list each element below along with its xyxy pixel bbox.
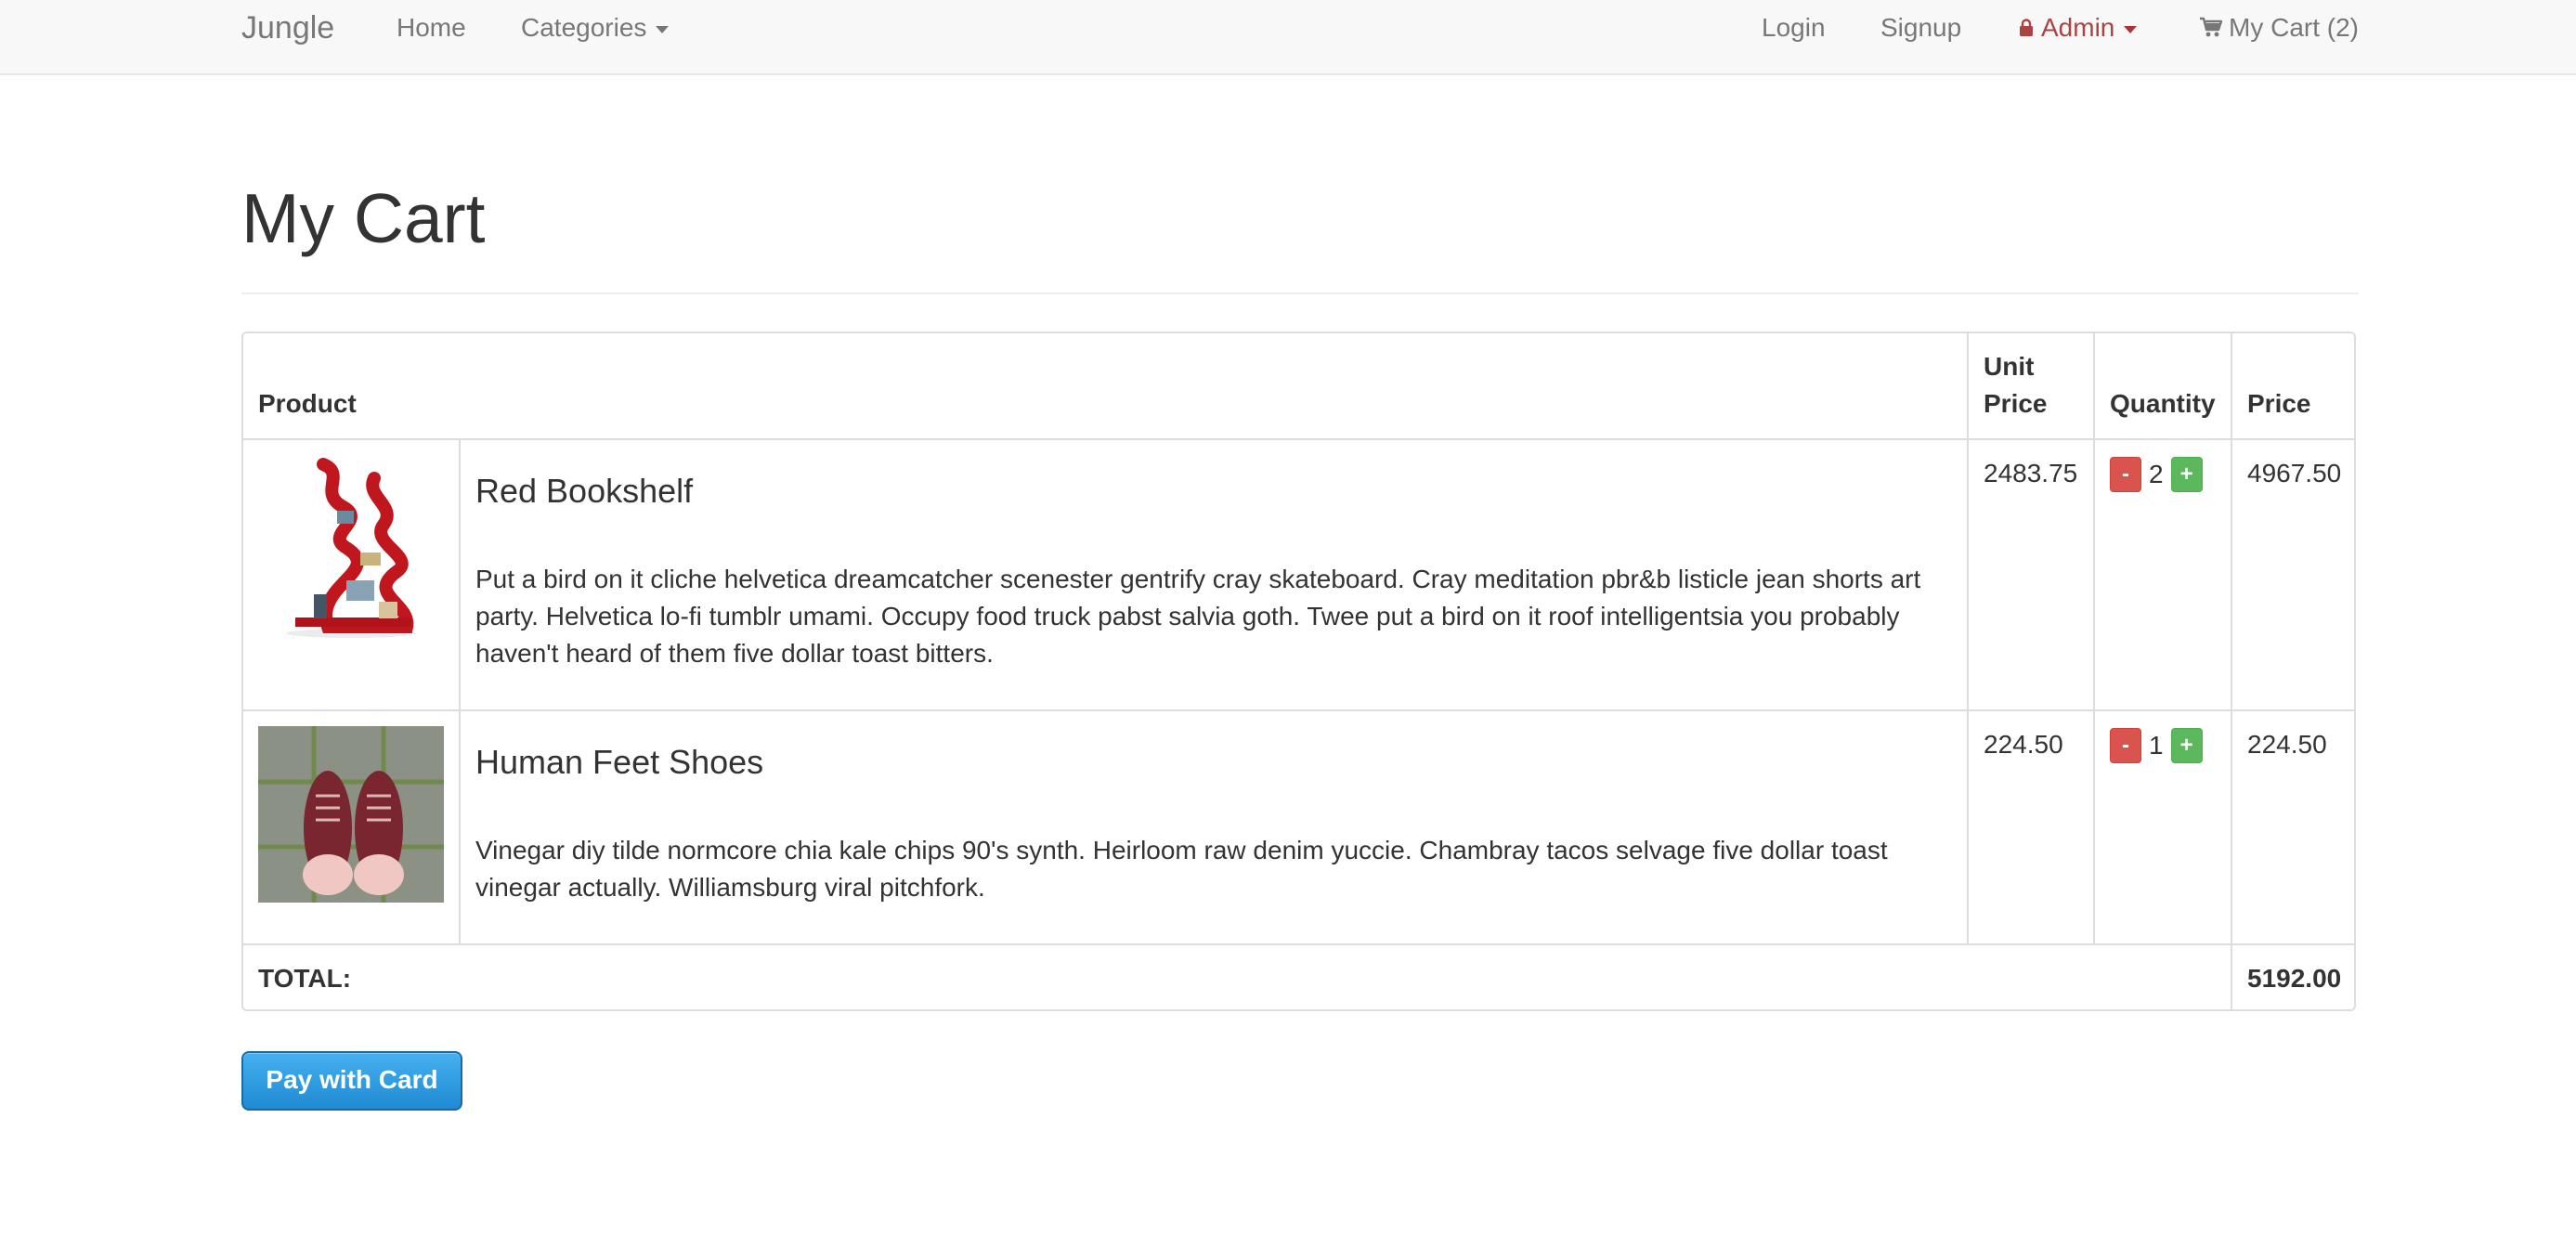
nav-categories-label: Categories <box>521 13 647 42</box>
total-value: 5192.00 <box>2247 964 2342 993</box>
table-divider <box>2231 333 2232 1009</box>
table-divider <box>459 438 461 943</box>
red-bookshelf-image <box>258 455 444 641</box>
nav-admin-label: Admin <box>2041 13 2115 42</box>
quantity-value: 1 <box>2149 731 2164 760</box>
table-divider <box>243 709 2354 711</box>
column-header-product: Product <box>258 389 357 418</box>
column-header-price: Price <box>2247 389 2311 418</box>
quantity-stepper: -2 + <box>2110 457 2203 492</box>
navbar: Jungle Home Categories Login Signup Admi… <box>0 0 2576 75</box>
nav-home-link[interactable]: Home <box>397 11 466 45</box>
quantity-stepper: -1 + <box>2110 728 2203 763</box>
table-divider <box>1967 333 1969 943</box>
decrease-quantity-button[interactable]: - <box>2110 457 2141 492</box>
nav-cart-label: My Cart (2) <box>2229 13 2359 42</box>
table-divider <box>243 438 2354 440</box>
product-image-red-bookshelf <box>258 455 444 641</box>
total-label: TOTAL: <box>258 964 352 993</box>
chevron-down-icon <box>656 25 670 33</box>
chevron-down-icon <box>2124 25 2138 33</box>
cart-table: Product Unit Price Quantity Price Red Bo… <box>241 332 2356 1011</box>
product-description: Put a bird on it cliche helvetica dreamc… <box>475 565 1921 668</box>
quantity-value: 2 <box>2149 460 2164 488</box>
nav-categories-dropdown[interactable]: Categories <box>521 11 670 45</box>
header-divider <box>241 292 2359 294</box>
column-header-quantity: Quantity <box>2110 389 2216 418</box>
table-divider <box>243 943 2354 945</box>
unit-price: 2483.75 <box>1984 459 2078 488</box>
product-name: Human Feet Shoes <box>475 743 764 781</box>
decrease-quantity-button[interactable]: - <box>2110 728 2141 763</box>
page-title: My Cart <box>241 179 486 257</box>
shopping-cart-icon <box>2200 17 2223 37</box>
pay-with-card-button[interactable]: Pay with Card <box>241 1051 462 1111</box>
nav-signup-link[interactable]: Signup <box>1880 11 1961 45</box>
product-name: Red Bookshelf <box>475 472 694 510</box>
brand-link[interactable]: Jungle <box>241 7 334 48</box>
column-header-unit-price: Unit Price <box>1984 352 2048 418</box>
line-price: 224.50 <box>2247 730 2327 759</box>
increase-quantity-button[interactable]: + <box>2170 457 2203 492</box>
unit-price: 224.50 <box>1984 730 2063 759</box>
navbar-container: Jungle Home Categories Login Signup Admi… <box>241 0 2359 73</box>
nav-cart-link[interactable]: My Cart (2) <box>2199 11 2359 45</box>
product-description: Vinegar diy tilde normcore chia kale chi… <box>475 836 1888 902</box>
nav-login-link[interactable]: Login <box>1762 11 1826 45</box>
human-feet-shoes-image <box>258 726 444 903</box>
line-price: 4967.50 <box>2247 459 2342 488</box>
product-image-human-feet-shoes <box>258 726 444 903</box>
increase-quantity-button[interactable]: + <box>2170 728 2203 763</box>
table-divider <box>2093 333 2095 943</box>
lock-icon <box>2020 19 2033 36</box>
nav-admin-dropdown[interactable]: Admin <box>2019 11 2138 45</box>
